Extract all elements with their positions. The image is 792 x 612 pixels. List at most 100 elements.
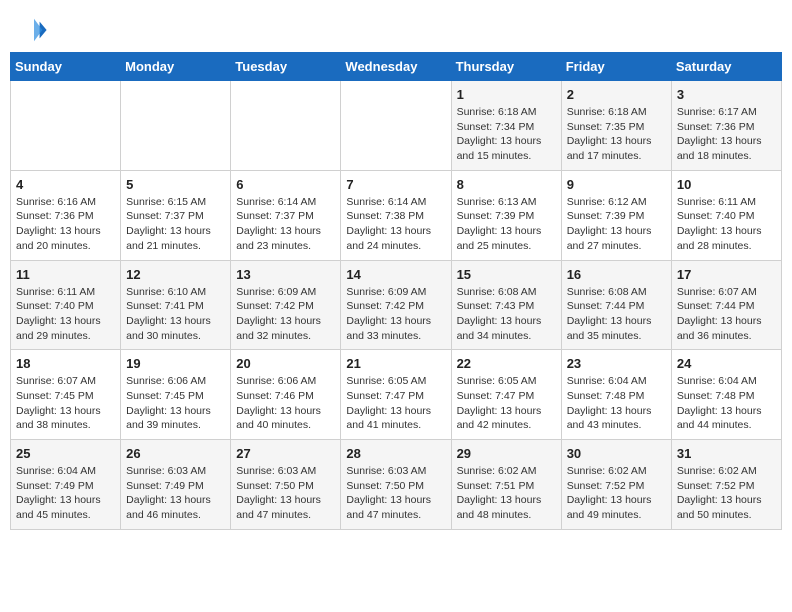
day-cell: 9 Sunrise: 6:12 AM Sunset: 7:39 PM Daylig… — [561, 170, 671, 260]
day-number: 25 — [16, 446, 115, 461]
day-info: Sunrise: 6:18 AM Sunset: 7:35 PM Dayligh… — [567, 105, 666, 164]
weekday-header-tuesday: Tuesday — [231, 53, 341, 81]
day-number: 8 — [457, 177, 556, 192]
day-info: Sunrise: 6:16 AM Sunset: 7:36 PM Dayligh… — [16, 195, 115, 254]
day-cell: 21Sunrise: 6:05 AM Sunset: 7:47 PM Dayli… — [341, 350, 451, 440]
day-number: 2 — [567, 87, 666, 102]
day-cell: 24 Sunrise: 6:04 AM Sunset: 7:48 PM Dayli… — [671, 350, 781, 440]
day-number: 11 — [16, 267, 115, 282]
day-cell: 16 Sunrise: 6:08 AM Sunset: 7:44 PM Dayli… — [561, 260, 671, 350]
day-number: 4 — [16, 177, 115, 192]
day-info: Sunrise: 6:04 AM Sunset: 7:48 PM Dayligh… — [677, 374, 776, 433]
day-cell: 25Sunrise: 6:04 AM Sunset: 7:49 PM Dayli… — [11, 440, 121, 530]
day-cell: 31 Sunrise: 6:02 AM Sunset: 7:52 PM Dayli… — [671, 440, 781, 530]
day-number: 15 — [457, 267, 556, 282]
day-number: 6 — [236, 177, 335, 192]
day-number: 31 — [677, 446, 776, 461]
logo — [20, 16, 52, 44]
logo-icon — [20, 16, 48, 44]
day-cell: 20 Sunrise: 6:06 AM Sunset: 7:46 PM Dayli… — [231, 350, 341, 440]
day-cell: 15 Sunrise: 6:08 AM Sunset: 7:43 PM Dayli… — [451, 260, 561, 350]
day-number: 9 — [567, 177, 666, 192]
day-number: 30 — [567, 446, 666, 461]
calendar-table: SundayMondayTuesdayWednesdayThursdayFrid… — [10, 52, 782, 530]
day-cell: 19Sunrise: 6:06 AM Sunset: 7:45 PM Dayli… — [121, 350, 231, 440]
day-info: Sunrise: 6:09 AM Sunset: 7:42 PM Dayligh… — [236, 285, 335, 344]
day-cell: 4 Sunrise: 6:16 AM Sunset: 7:36 PM Daylig… — [11, 170, 121, 260]
day-info: Sunrise: 6:08 AM Sunset: 7:43 PM Dayligh… — [457, 285, 556, 344]
day-cell — [121, 81, 231, 171]
day-number: 3 — [677, 87, 776, 102]
day-cell — [341, 81, 451, 171]
day-info: Sunrise: 6:07 AM Sunset: 7:44 PM Dayligh… — [677, 285, 776, 344]
day-cell: 6 Sunrise: 6:14 AM Sunset: 7:37 PM Daylig… — [231, 170, 341, 260]
day-info: Sunrise: 6:09 AM Sunset: 7:42 PM Dayligh… — [346, 285, 445, 344]
day-info: Sunrise: 6:02 AM Sunset: 7:52 PM Dayligh… — [567, 464, 666, 523]
weekday-header-saturday: Saturday — [671, 53, 781, 81]
day-info: Sunrise: 6:03 AM Sunset: 7:50 PM Dayligh… — [346, 464, 445, 523]
day-info: Sunrise: 6:07 AM Sunset: 7:45 PM Dayligh… — [16, 374, 115, 433]
day-number: 13 — [236, 267, 335, 282]
day-number: 28 — [346, 446, 445, 461]
day-number: 23 — [567, 356, 666, 371]
day-info: Sunrise: 6:02 AM Sunset: 7:52 PM Dayligh… — [677, 464, 776, 523]
day-cell: 14 Sunrise: 6:09 AM Sunset: 7:42 PM Dayli… — [341, 260, 451, 350]
week-row-2: 4 Sunrise: 6:16 AM Sunset: 7:36 PM Daylig… — [11, 170, 782, 260]
day-cell: 18 Sunrise: 6:07 AM Sunset: 7:45 PM Dayli… — [11, 350, 121, 440]
day-number: 16 — [567, 267, 666, 282]
weekday-header-friday: Friday — [561, 53, 671, 81]
day-info: Sunrise: 6:11 AM Sunset: 7:40 PM Dayligh… — [16, 285, 115, 344]
day-number: 14 — [346, 267, 445, 282]
day-number: 1 — [457, 87, 556, 102]
day-info: Sunrise: 6:03 AM Sunset: 7:50 PM Dayligh… — [236, 464, 335, 523]
day-info: Sunrise: 6:12 AM Sunset: 7:39 PM Dayligh… — [567, 195, 666, 254]
day-cell: 28 Sunrise: 6:03 AM Sunset: 7:50 PM Dayli… — [341, 440, 451, 530]
day-info: Sunrise: 6:06 AM Sunset: 7:45 PM Dayligh… — [126, 374, 225, 433]
day-info: Sunrise: 6:06 AM Sunset: 7:46 PM Dayligh… — [236, 374, 335, 433]
day-number: 18 — [16, 356, 115, 371]
weekday-header-monday: Monday — [121, 53, 231, 81]
day-cell: 7 Sunrise: 6:14 AM Sunset: 7:38 PM Daylig… — [341, 170, 451, 260]
weekday-header-row: SundayMondayTuesdayWednesdayThursdayFrid… — [11, 53, 782, 81]
day-cell: 10 Sunrise: 6:11 AM Sunset: 7:40 PM Dayli… — [671, 170, 781, 260]
day-number: 24 — [677, 356, 776, 371]
day-number: 17 — [677, 267, 776, 282]
day-cell: 1 Sunrise: 6:18 AM Sunset: 7:34 PM Daylig… — [451, 81, 561, 171]
day-cell: 30 Sunrise: 6:02 AM Sunset: 7:52 PM Dayli… — [561, 440, 671, 530]
day-cell: 5 Sunrise: 6:15 AM Sunset: 7:37 PM Daylig… — [121, 170, 231, 260]
day-info: Sunrise: 6:14 AM Sunset: 7:37 PM Dayligh… — [236, 195, 335, 254]
day-info: Sunrise: 6:02 AM Sunset: 7:51 PM Dayligh… — [457, 464, 556, 523]
day-number: 7 — [346, 177, 445, 192]
day-number: 5 — [126, 177, 225, 192]
day-number: 20 — [236, 356, 335, 371]
day-info: Sunrise: 6:14 AM Sunset: 7:38 PM Dayligh… — [346, 195, 445, 254]
day-cell: 23Sunrise: 6:04 AM Sunset: 7:48 PM Dayli… — [561, 350, 671, 440]
day-cell: 8 Sunrise: 6:13 AM Sunset: 7:39 PM Daylig… — [451, 170, 561, 260]
day-info: Sunrise: 6:08 AM Sunset: 7:44 PM Dayligh… — [567, 285, 666, 344]
week-row-1: 1 Sunrise: 6:18 AM Sunset: 7:34 PM Daylig… — [11, 81, 782, 171]
day-info: Sunrise: 6:15 AM Sunset: 7:37 PM Dayligh… — [126, 195, 225, 254]
day-cell: 26 Sunrise: 6:03 AM Sunset: 7:49 PM Dayli… — [121, 440, 231, 530]
day-cell: 17 Sunrise: 6:07 AM Sunset: 7:44 PM Dayli… — [671, 260, 781, 350]
day-number: 10 — [677, 177, 776, 192]
page-header — [0, 0, 792, 52]
day-cell: 11 Sunrise: 6:11 AM Sunset: 7:40 PM Dayli… — [11, 260, 121, 350]
day-cell: 12Sunrise: 6:10 AM Sunset: 7:41 PM Dayli… — [121, 260, 231, 350]
day-number: 22 — [457, 356, 556, 371]
day-number: 12 — [126, 267, 225, 282]
week-row-3: 11 Sunrise: 6:11 AM Sunset: 7:40 PM Dayli… — [11, 260, 782, 350]
day-number: 26 — [126, 446, 225, 461]
day-info: Sunrise: 6:03 AM Sunset: 7:49 PM Dayligh… — [126, 464, 225, 523]
day-cell: 27 Sunrise: 6:03 AM Sunset: 7:50 PM Dayli… — [231, 440, 341, 530]
week-row-4: 18 Sunrise: 6:07 AM Sunset: 7:45 PM Dayli… — [11, 350, 782, 440]
day-number: 27 — [236, 446, 335, 461]
day-info: Sunrise: 6:13 AM Sunset: 7:39 PM Dayligh… — [457, 195, 556, 254]
weekday-header-thursday: Thursday — [451, 53, 561, 81]
day-cell: 29 Sunrise: 6:02 AM Sunset: 7:51 PM Dayli… — [451, 440, 561, 530]
day-info: Sunrise: 6:18 AM Sunset: 7:34 PM Dayligh… — [457, 105, 556, 164]
week-row-5: 25Sunrise: 6:04 AM Sunset: 7:49 PM Dayli… — [11, 440, 782, 530]
weekday-header-sunday: Sunday — [11, 53, 121, 81]
day-cell: 13 Sunrise: 6:09 AM Sunset: 7:42 PM Dayli… — [231, 260, 341, 350]
day-info: Sunrise: 6:11 AM Sunset: 7:40 PM Dayligh… — [677, 195, 776, 254]
day-number: 29 — [457, 446, 556, 461]
